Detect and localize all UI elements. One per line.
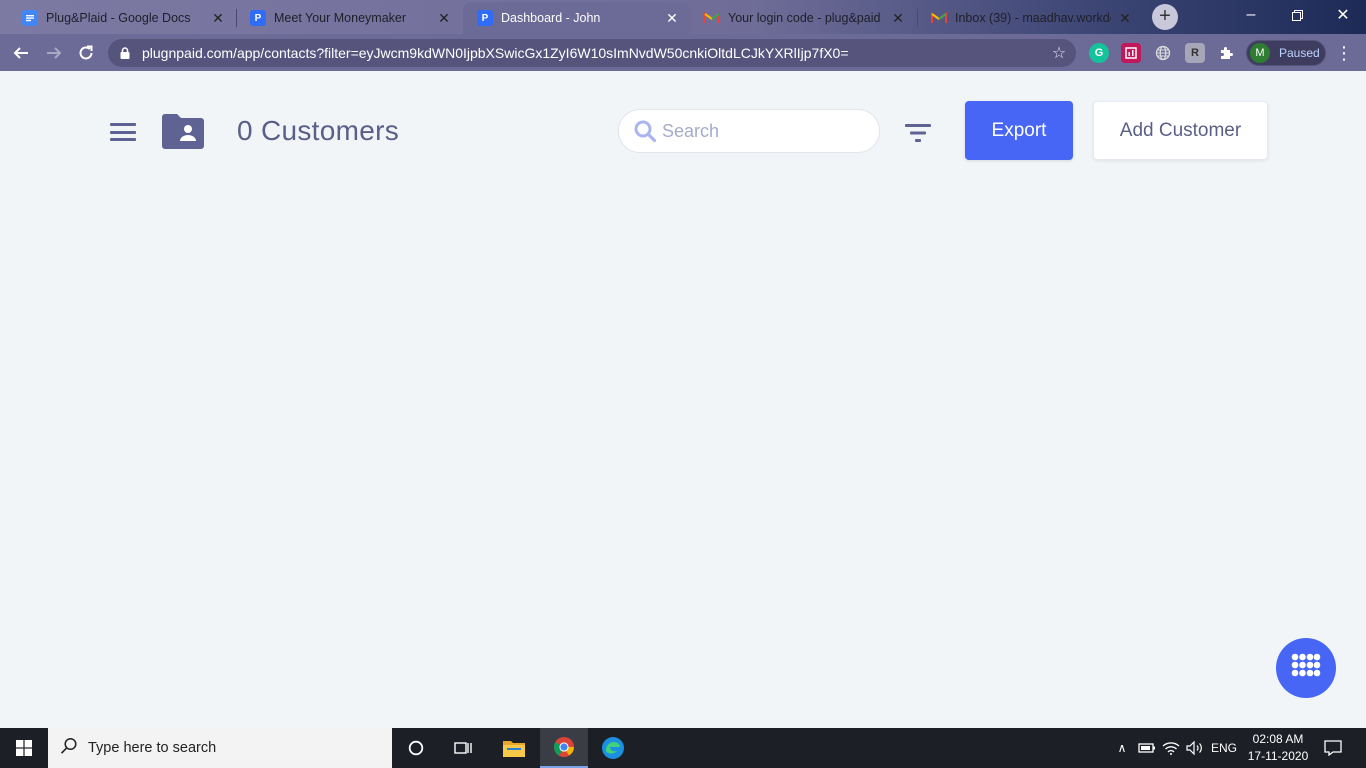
contacts-folder-icon [162,113,204,149]
page-title: 0 Customers [237,115,400,146]
grid-dots-icon [1291,653,1321,677]
tab-inbox[interactable]: Inbox (39) - maadhav.workdoc ✕ [917,2,1143,34]
search-box[interactable] [618,109,880,153]
tab-title: Dashboard - John [501,11,601,25]
filter-icon[interactable] [904,123,932,143]
profile-button[interactable]: M Paused [1246,40,1326,66]
extensions-puzzle-icon[interactable] [1217,43,1237,63]
cortana-icon[interactable] [392,728,440,768]
tab-title: Inbox (39) - maadhav.workdoc [955,11,1111,25]
tab-moneymaker[interactable]: P Meet Your Moneymaker ✕ [236,2,462,34]
browser-menu-icon[interactable]: ⋮ [1334,43,1354,63]
customers-page: 0 Customers Export Add Customer [0,71,1366,728]
close-tab-icon[interactable]: ✕ [210,10,226,27]
tab-title: Plug&Plaid - Google Docs [46,11,191,25]
close-tab-icon[interactable]: ✕ [436,10,452,27]
address-bar[interactable]: plugnpaid.com/app/contacts?filter=eyJwcm… [108,39,1076,67]
reader-extension-icon[interactable]: R [1185,43,1205,63]
system-clock[interactable]: 02:08 AM 17-11-2020 [1240,731,1316,765]
gmail-icon [704,10,720,26]
tab-title: Your login code - plug&paid - [728,11,884,25]
url-text: plugnpaid.com/app/contacts?filter=eyJwcm… [142,45,849,61]
plugnpaid-icon: P [250,10,266,26]
close-tab-icon[interactable]: ✕ [664,10,680,27]
language-indicator[interactable]: ENG [1208,728,1240,768]
browser-tab-bar: Plug&Plaid - Google Docs ✕ P Meet Your M… [0,0,1366,34]
tab-login-code[interactable]: Your login code - plug&paid - ✕ [690,2,916,34]
lock-icon [120,47,134,59]
hamburger-menu-icon[interactable] [110,123,136,141]
search-icon [60,737,78,760]
bookmark-star-icon[interactable]: ☆ [1042,43,1076,63]
forward-icon[interactable] [41,40,67,66]
new-tab-button[interactable]: + [1152,4,1178,30]
notifications-icon[interactable] [1320,728,1346,768]
restore-icon[interactable] [1274,0,1320,30]
back-icon[interactable] [8,40,34,66]
grammarly-icon[interactable]: G [1089,43,1109,63]
close-tab-icon[interactable]: ✕ [890,10,906,27]
taskbar-search[interactable]: Type here to search [48,728,392,768]
plugnpaid-icon: P [477,10,493,26]
tab-google-docs[interactable]: Plug&Plaid - Google Docs ✕ [8,2,236,34]
wifi-icon[interactable] [1160,728,1182,768]
reload-icon[interactable] [73,40,99,66]
show-hidden-icons-icon[interactable]: ∧ [1112,728,1132,768]
gmail-icon [931,10,947,26]
clock-date: 17-11-2020 [1247,749,1309,763]
analytics-extension-icon[interactable] [1121,43,1141,63]
google-docs-icon [22,10,38,26]
close-window-icon[interactable]: ✕ [1320,0,1366,30]
globe-icon[interactable] [1153,43,1173,63]
file-explorer-icon[interactable] [490,728,538,768]
close-tab-icon[interactable]: ✕ [1117,10,1133,27]
avatar: M [1250,43,1270,63]
app-grid-button[interactable] [1276,638,1336,698]
windows-start-icon[interactable] [0,728,48,768]
clock-time: 02:08 AM [1252,732,1304,746]
taskbar-search-text: Type here to search [88,740,217,756]
battery-icon[interactable] [1136,728,1158,768]
task-view-icon[interactable] [440,728,488,768]
search-input[interactable] [662,120,862,142]
browser-toolbar: plugnpaid.com/app/contacts?filter=eyJwcm… [0,34,1366,71]
volume-icon[interactable] [1184,728,1206,768]
export-button[interactable]: Export [965,101,1073,160]
windows-taskbar: Type here to search ∧ ENG 02:08 AM 17-11… [0,728,1366,768]
profile-status: Paused [1279,46,1320,60]
edge-taskbar-icon[interactable] [589,728,637,768]
tab-dashboard[interactable]: P Dashboard - John ✕ [463,2,690,34]
tab-title: Meet Your Moneymaker [274,11,407,25]
add-customer-button[interactable]: Add Customer [1093,101,1268,160]
search-icon [633,119,657,143]
minimize-icon[interactable]: – [1228,0,1274,30]
chrome-taskbar-icon[interactable] [540,728,588,768]
